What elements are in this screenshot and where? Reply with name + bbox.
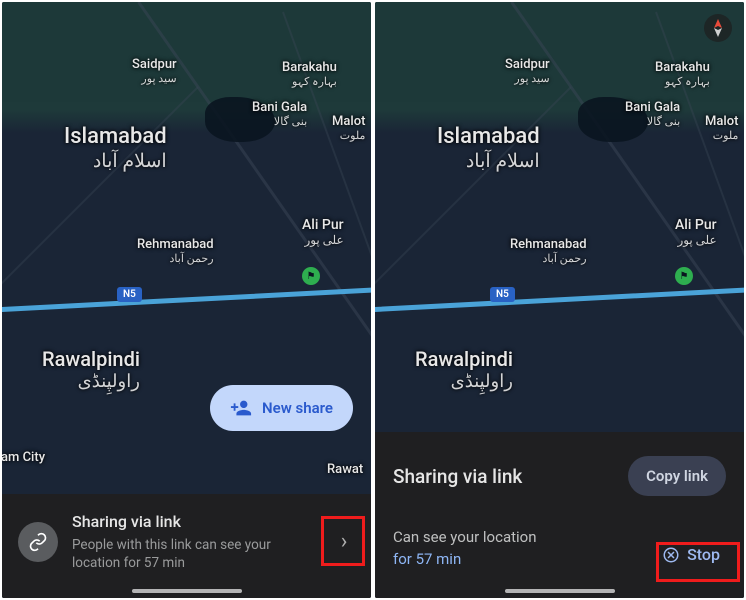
map-label-rawalpindi: Rawalpindiراولپِنڈی <box>42 347 140 392</box>
person-add-icon <box>230 397 252 419</box>
map-label-rehmanabad: Rehmanabadرحمن آباد <box>510 237 587 265</box>
home-indicator <box>132 589 242 593</box>
chevron-right-icon[interactable]: › <box>333 529 355 554</box>
new-share-button[interactable]: New share <box>210 385 353 431</box>
sheet-subtitle: People with this link can see your locat… <box>72 536 319 572</box>
copy-link-button[interactable]: Copy link <box>628 456 726 496</box>
map-label-amcity: am City <box>2 450 45 465</box>
sharing-sheet[interactable]: Sharing via link People with this link c… <box>2 494 371 598</box>
map-label-banigala: Bani Galaبنی گالا <box>252 100 307 128</box>
compass-icon <box>711 19 725 37</box>
location-pin-icon[interactable]: ⚑ <box>302 267 320 285</box>
compass-button[interactable] <box>704 14 732 42</box>
sheet-title: Sharing via link <box>72 512 319 531</box>
left-screen: N5 ⚑ Saidpurسید پور Barakahuبہارہ کہو Ba… <box>2 2 371 598</box>
stop-sharing-button[interactable]: Stop <box>652 537 726 568</box>
new-share-label: New share <box>262 399 333 417</box>
map-label-alipur: Ali Purعلی پور <box>302 217 344 247</box>
stop-label: Stop <box>687 545 720 564</box>
map-label-islamabad: Islamabadاسلام آباد <box>64 124 167 172</box>
map-label-barakahu: Barakahuبہارہ کہو <box>282 60 337 88</box>
map-label-banigala: Bani Galaبنی گالا <box>625 100 680 128</box>
share-info-text: Can see your location for 57 min <box>393 528 537 568</box>
map-label-rawat: Rawat <box>327 462 363 477</box>
map-label-malot: Malotملوت <box>705 114 738 142</box>
sheet-text: Sharing via link People with this link c… <box>72 512 319 572</box>
highway-badge: N5 <box>117 287 142 302</box>
map-label-rawalpindi: Rawalpindiراولپِنڈی <box>415 347 513 392</box>
right-screen: N5 ⚑ Saidpurسید پور Barakahuبہارہ کہو Ba… <box>375 2 744 598</box>
sheet-title: Sharing via link <box>393 465 522 488</box>
map-label-saidpur: Saidpurسید پور <box>505 57 550 85</box>
home-indicator <box>505 589 615 593</box>
location-pin-icon[interactable]: ⚑ <box>675 267 693 285</box>
highway-badge: N5 <box>490 287 515 302</box>
map-label-rehmanabad: Rehmanabadرحمن آباد <box>137 237 214 265</box>
map-label-malot: Malotملوت <box>332 114 365 142</box>
map-label-saidpur: Saidpurسید پور <box>132 57 177 85</box>
map-label-barakahu: Barakahuبہارہ کہو <box>655 60 710 88</box>
cancel-circle-icon <box>662 546 680 564</box>
map-label-islamabad: Islamabadاسلام آباد <box>437 124 540 172</box>
map-label-alipur: Ali Purعلی پور <box>675 217 717 247</box>
link-icon <box>18 522 58 562</box>
sharing-sheet-expanded: Sharing via link Copy link Can see your … <box>375 432 744 598</box>
